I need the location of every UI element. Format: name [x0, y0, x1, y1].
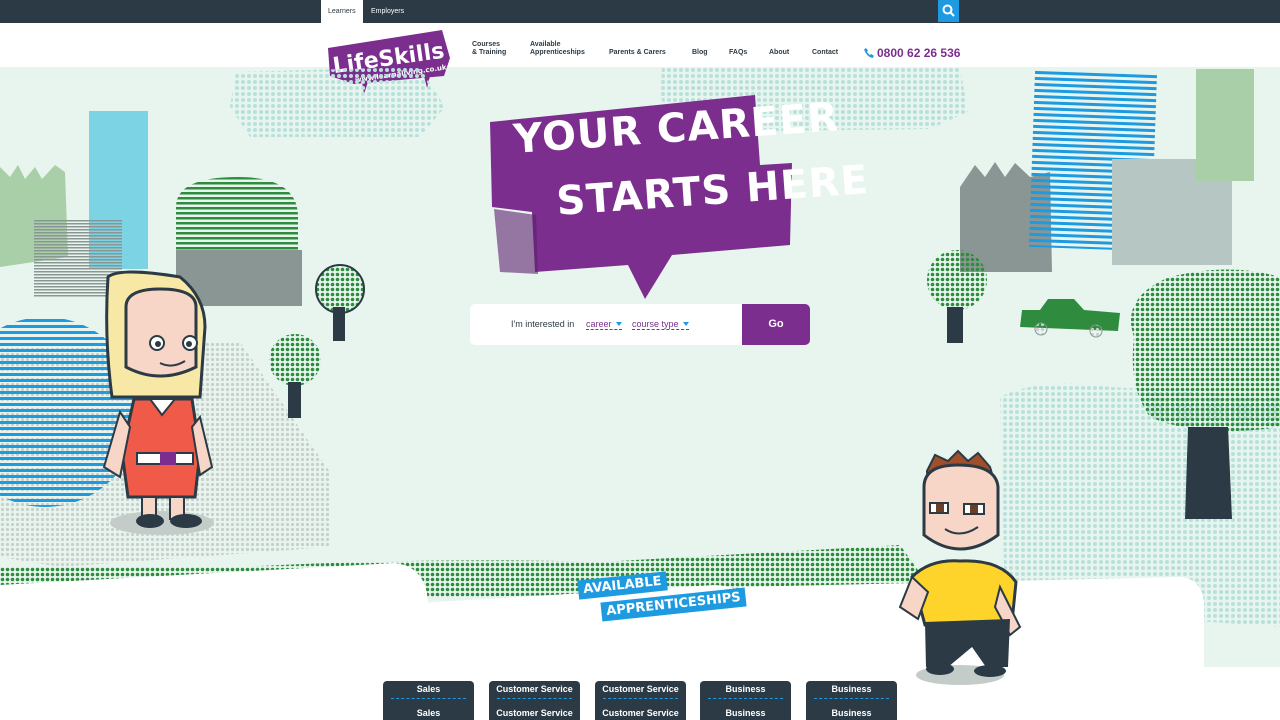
nav-faqs[interactable]: FAQs	[729, 49, 747, 57]
site-header: LifeSkills www.learnaliving.co.uk Course…	[0, 23, 1280, 94]
search-icon	[942, 4, 955, 17]
category-tab-sales[interactable]: Sales Sales	[383, 681, 474, 720]
phone-number[interactable]: 0800 62 26 536	[864, 46, 960, 60]
course-search-form: I'm interested in career course type Go	[470, 304, 810, 345]
nav-contact[interactable]: Contact	[812, 49, 838, 57]
nav-parents-carers[interactable]: Parents & Carers	[609, 49, 666, 57]
category-tab-business-2[interactable]: Business Business	[806, 681, 897, 720]
tab-learners[interactable]: Learners	[321, 0, 363, 23]
nav-courses-training[interactable]: Courses & Training	[472, 41, 506, 57]
nav-blog[interactable]: Blog	[692, 49, 708, 57]
hero-illustration	[0, 67, 1280, 720]
hero-section: YOUR CAREER STARTS HERE I'm interested i…	[0, 67, 1280, 720]
go-button[interactable]: Go	[742, 304, 810, 345]
divider	[814, 698, 889, 699]
tab-employers[interactable]: Employers	[364, 0, 411, 23]
course-type-select[interactable]: course type	[632, 319, 689, 330]
divider	[497, 698, 572, 699]
caret-down-icon	[682, 322, 689, 326]
divider	[603, 698, 678, 699]
nav-about[interactable]: About	[769, 49, 789, 57]
divider	[391, 698, 466, 699]
category-tab-customer-service[interactable]: Customer Service Customer Service	[489, 681, 580, 720]
nav-available-apprenticeships[interactable]: Available Apprenticeships	[530, 41, 585, 57]
category-tab-business[interactable]: Business Business	[700, 681, 791, 720]
search-button[interactable]	[938, 0, 959, 22]
divider	[708, 698, 783, 699]
category-tab-customer-service-2[interactable]: Customer Service Customer Service	[595, 681, 686, 720]
top-bar: Learners Employers	[0, 0, 1280, 23]
search-label: I'm interested in	[511, 319, 575, 329]
phone-icon	[864, 48, 874, 58]
caret-down-icon	[615, 322, 622, 326]
career-select[interactable]: career	[586, 319, 622, 330]
